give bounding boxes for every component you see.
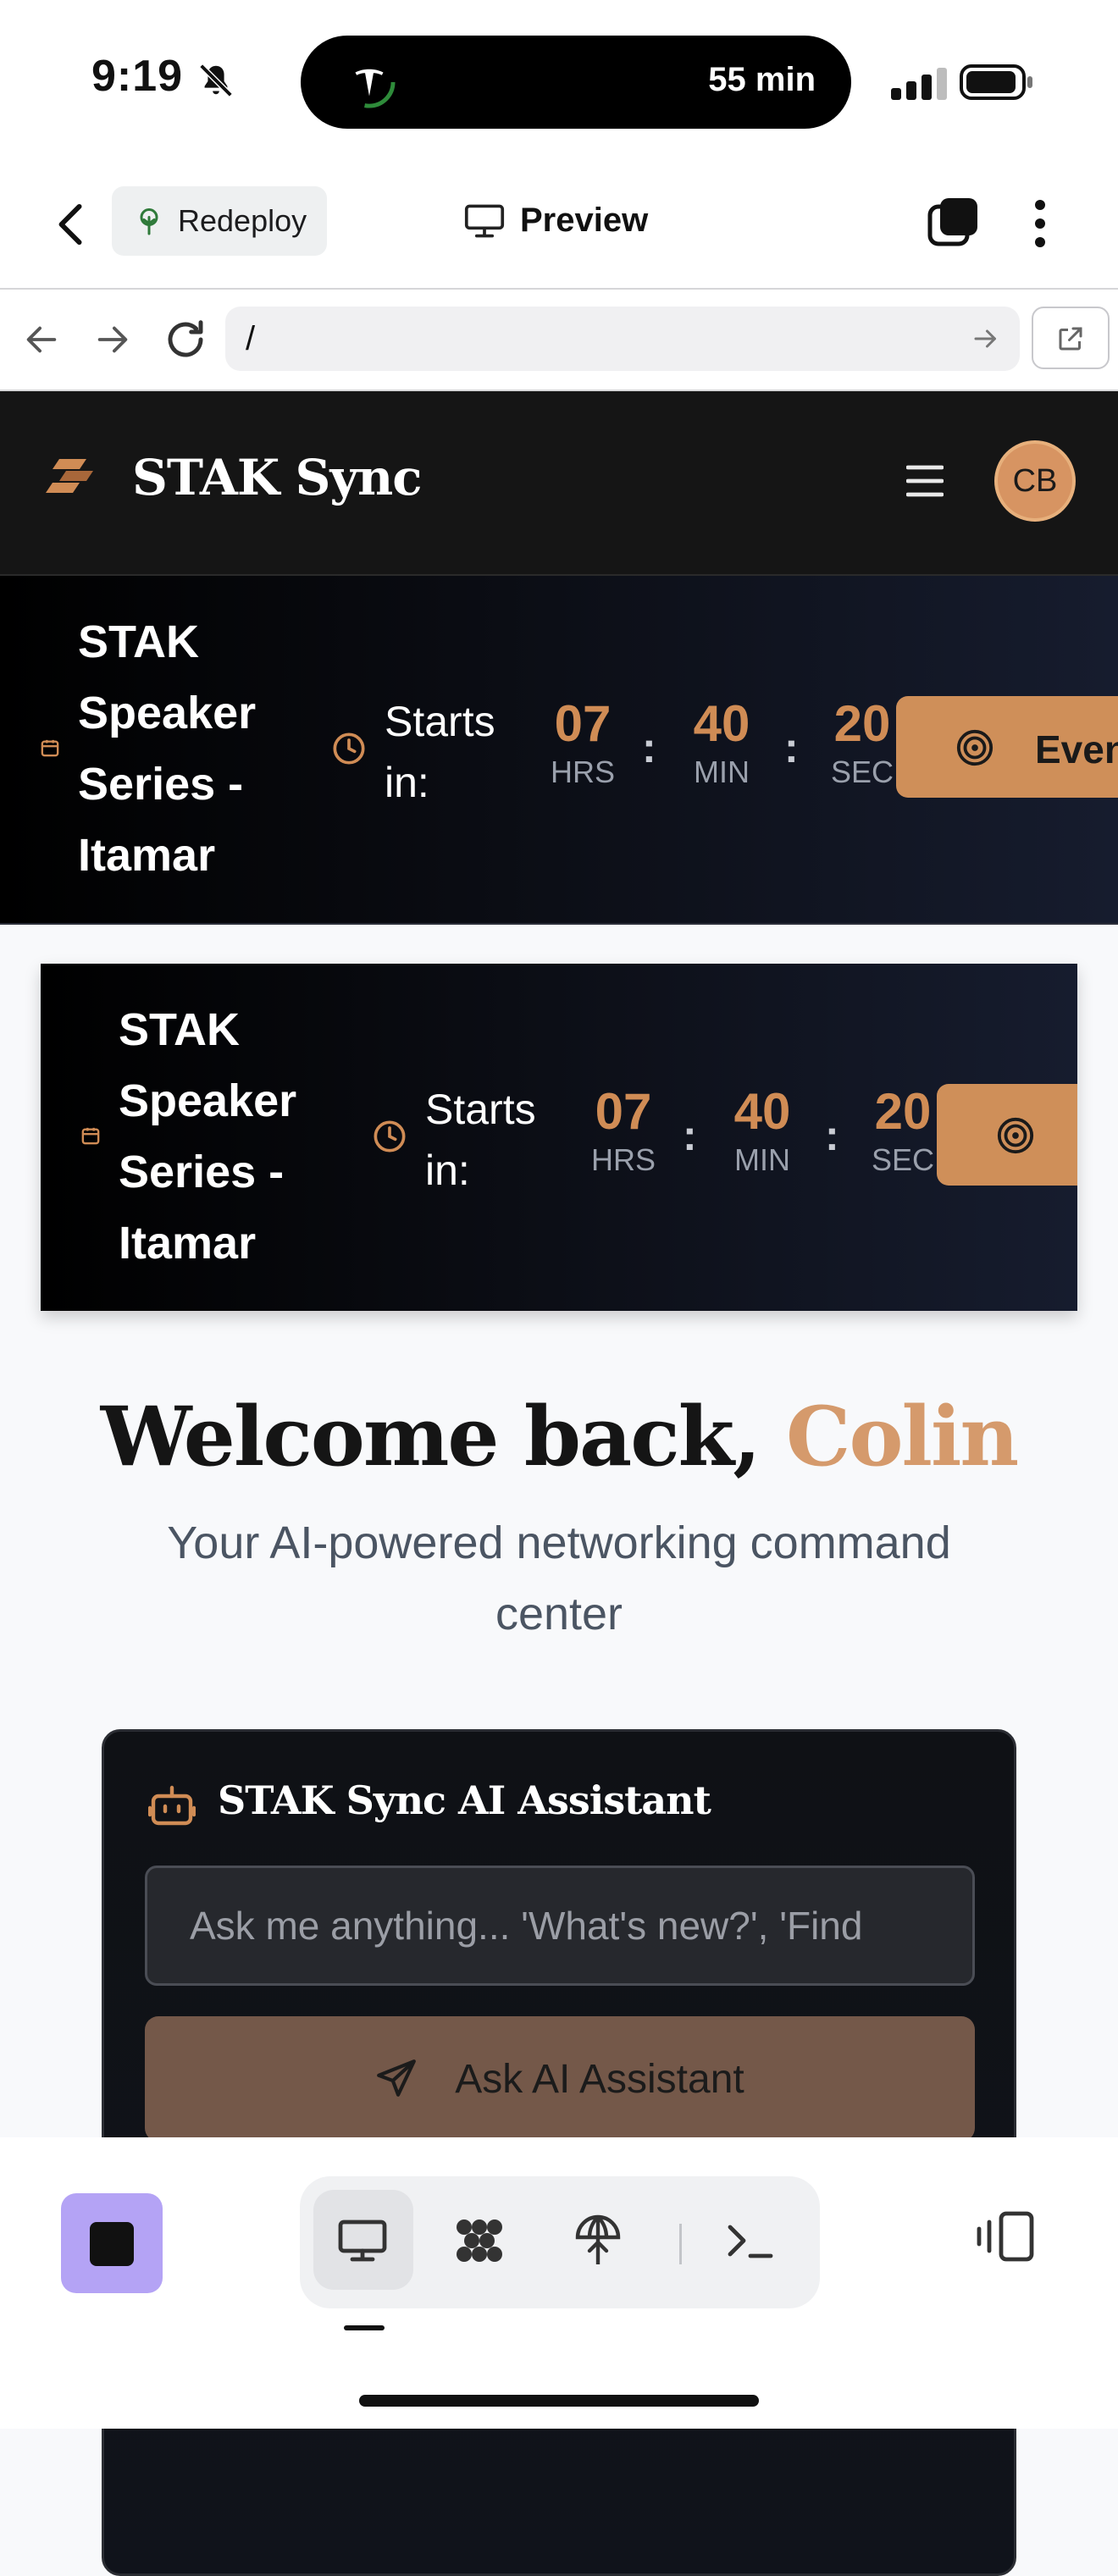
event-banner[interactable]: STAK Speaker Series - Itamar Starts in: … <box>0 576 1118 925</box>
event-button-label: Even <box>1035 727 1118 771</box>
user-avatar[interactable]: CB <box>994 440 1076 522</box>
view-switcher <box>300 2176 820 2308</box>
url-bar[interactable]: / <box>225 307 1020 371</box>
home-indicator <box>359 2395 759 2407</box>
tab-divider <box>679 2224 682 2264</box>
arrow-right-icon[interactable] <box>93 320 132 359</box>
site-header: STAK Sync CB <box>0 391 1118 576</box>
countdown-separator: : <box>784 724 799 771</box>
countdown-hours: 07 HRS <box>550 695 615 789</box>
brand-name[interactable]: STAK Sync <box>132 449 423 506</box>
status-bar: 9:19 55 min <box>0 0 1118 161</box>
tesla-logo-icon <box>343 56 396 108</box>
welcome-heading: Welcome back, Colin <box>0 1389 1118 1484</box>
redeploy-label: Redeploy <box>178 203 307 238</box>
reload-icon[interactable] <box>163 317 208 362</box>
countdown-separator: : <box>683 1112 697 1159</box>
ask-ai-button[interactable]: Ask AI Assistant <box>145 2016 975 2142</box>
device-frame-icon[interactable] <box>974 2210 1037 2263</box>
browser-bar: / <box>0 290 1118 391</box>
arrow-left-icon[interactable] <box>22 320 61 359</box>
countdown-hours: 07 HRS <box>590 1083 656 1177</box>
countdown-separator: : <box>642 724 656 771</box>
tree-icon <box>140 208 158 235</box>
apps-grid-icon[interactable] <box>452 2214 506 2268</box>
event-button-label: Ev <box>1076 1114 1077 1160</box>
back-chevron-icon[interactable] <box>53 203 90 246</box>
more-options-icon[interactable] <box>1025 198 1055 249</box>
bottom-bar <box>0 2137 1118 2429</box>
url-text: / <box>246 320 256 357</box>
countdown-seconds: 20 SEC <box>830 695 894 789</box>
starts-in-label: Starts in: <box>385 698 495 806</box>
ask-ai-label: Ask AI Assistant <box>455 2056 744 2102</box>
active-tab-indicator <box>344 2325 385 2330</box>
activity-duration: 55 min <box>708 61 816 98</box>
clock-icon <box>333 732 365 765</box>
tabs-icon[interactable] <box>927 196 979 249</box>
bot-icon <box>148 1785 196 1826</box>
event-card[interactable]: STAK Speaker Series - Itamar Starts in: … <box>41 964 1077 1311</box>
external-link-icon <box>1059 327 1082 351</box>
stak-logo-icon[interactable] <box>46 456 100 498</box>
starts-in-label: Starts in: <box>425 1086 536 1194</box>
clock-icon <box>374 1120 406 1153</box>
countdown-separator: : <box>825 1112 839 1159</box>
go-arrow-icon[interactable] <box>971 323 1001 354</box>
globe-icon[interactable] <box>571 2214 625 2268</box>
welcome-subtitle: Your AI-powered networking command cente… <box>167 1517 951 1639</box>
countdown-seconds: 20 SEC <box>871 1083 935 1177</box>
stop-button[interactable] <box>61 2193 163 2293</box>
app-toolbar: Redeploy Preview <box>0 161 1118 290</box>
assistant-title: STAK Sync AI Assistant <box>218 1777 711 1823</box>
cellular-signal-icon <box>891 68 947 100</box>
send-icon <box>377 2059 417 2097</box>
countdown-minutes: 40 MIN <box>693 695 750 789</box>
preview-title[interactable]: Preview <box>464 202 648 240</box>
target-icon <box>997 1117 1034 1154</box>
welcome-greeting: Welcome back, <box>100 1389 761 1484</box>
event-button[interactable]: Ev <box>937 1084 1077 1186</box>
bell-slash-icon <box>199 64 233 97</box>
desktop-icon[interactable] <box>335 2214 390 2268</box>
stop-icon <box>90 2222 134 2266</box>
dynamic-island: 55 min <box>301 36 851 129</box>
event-title: STAK Speaker Series - Itamar <box>119 1004 297 1269</box>
event-title: STAK Speaker Series - Itamar <box>78 616 257 881</box>
status-time: 9:19 <box>91 52 184 101</box>
redeploy-button[interactable]: Redeploy <box>112 186 327 256</box>
monitor-icon <box>464 204 505 237</box>
event-button[interactable]: Even <box>896 696 1118 798</box>
target-icon <box>956 729 993 766</box>
battery-icon <box>960 64 1032 100</box>
calendar-icon <box>81 1127 100 1145</box>
terminal-icon[interactable] <box>723 2214 778 2268</box>
user-first-name: Colin <box>786 1389 1019 1484</box>
assistant-input[interactable] <box>145 1866 975 1986</box>
countdown-minutes: 40 MIN <box>733 1083 791 1177</box>
open-external-button[interactable] <box>1032 307 1110 369</box>
menu-icon[interactable] <box>906 464 944 498</box>
calendar-icon <box>41 739 59 757</box>
preview-label: Preview <box>520 202 649 239</box>
